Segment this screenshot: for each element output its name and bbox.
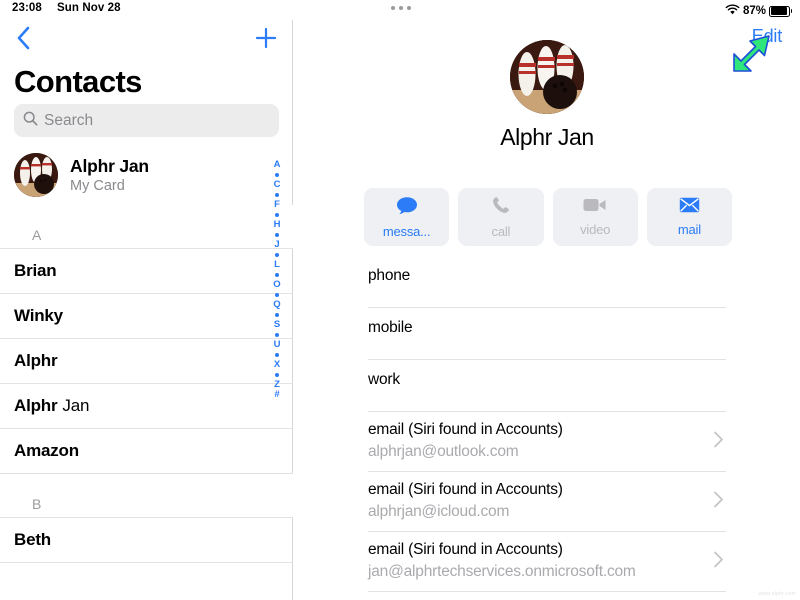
contact-actions: messa... call video mail [364,188,732,246]
ipad-contacts-screen: 23:08 Sun Nov 28 87% Contacts Search Alp… [0,0,800,600]
contacts-sidebar: Contacts Search Alphr Jan My Card A Bria… [0,20,293,600]
search-icon [23,111,38,131]
index-letter[interactable]: J [274,240,279,250]
contact-name: Alphr Jan [500,124,594,150]
my-card-subtitle: My Card [70,178,125,194]
field-email-icloud[interactable]: email (Siri found in Accounts) alphrjan@… [368,472,726,532]
video-camera-icon [583,197,607,218]
status-date: Sun Nov 28 [57,2,121,14]
status-right-cluster: 87% [725,2,792,20]
contact-last-name: Alphr [14,396,58,415]
wifi-icon [725,2,740,20]
list-item[interactable]: Amazon [0,429,293,474]
field-work[interactable]: work [368,360,726,412]
list-item[interactable]: Alphr Jan [0,384,293,429]
mail-button[interactable]: mail [646,188,732,246]
sidebar-nav-row [0,20,292,60]
field-label: work [368,371,400,388]
field-value: alphrjan@outlook.com [368,443,519,460]
video-button[interactable]: video [552,188,638,246]
contacts-list: A Brian Winky Alphr Alphr Jan Amazon B B… [0,205,293,563]
chevron-right-icon [713,550,724,573]
index-letter[interactable]: O [273,280,280,290]
my-card-text: Alphr Jan My Card [70,156,149,194]
index-letter[interactable]: Q [273,300,280,310]
contact-last-name: Brian [14,261,57,280]
battery-percent: 87% [742,5,766,17]
field-value: alphrjan@icloud.com [368,503,510,520]
mail-label: mail [677,222,701,237]
message-label: messa... [382,223,431,239]
watermark: www.alphr.com [758,591,796,597]
index-letter[interactable]: C [274,180,281,190]
battery-full-icon [769,5,792,17]
list-item[interactable]: Brian [0,249,293,294]
contact-last-name: Amazon [14,441,79,460]
index-letter[interactable]: H [274,220,281,230]
chevron-left-icon[interactable] [10,25,36,51]
list-item[interactable]: Alphr [0,339,293,384]
list-item[interactable]: Beth [0,518,293,563]
contact-first-name: Jan [62,396,90,415]
index-letter[interactable]: L [274,260,280,270]
avatar[interactable] [510,40,584,114]
alphabet-index[interactable]: A C F H J L O Q S U X Z # [268,160,286,400]
chevron-right-icon [713,490,724,513]
status-time: 23:08 [12,2,42,14]
contact-fields: phone mobile work email (Siri found in A… [294,256,800,592]
index-letter[interactable]: A [274,160,281,170]
contact-last-name: Winky [14,306,63,325]
index-hash[interactable]: # [274,390,279,400]
section-header: B [0,474,293,518]
status-bar: 23:08 Sun Nov 28 87% [0,0,800,20]
list-item[interactable]: Winky [0,294,293,339]
avatar [14,153,58,197]
field-label: email (Siri found in Accounts) [368,481,563,498]
field-label: phone [368,267,411,284]
page-title: Contacts [14,64,142,99]
index-letter[interactable]: F [274,200,280,210]
message-button[interactable]: messa... [364,188,450,246]
index-letter[interactable]: U [274,340,281,350]
field-mobile[interactable]: mobile [368,308,726,360]
search-input[interactable]: Search [14,104,279,137]
field-label: mobile [368,319,413,336]
my-card-row[interactable]: Alphr Jan My Card [0,147,293,203]
field-email-microsoft[interactable]: email (Siri found in Accounts) jan@alphr… [368,532,726,592]
field-label: email (Siri found in Accounts) [368,541,563,558]
phone-icon [491,195,511,220]
call-button[interactable]: call [458,188,544,246]
chevron-right-icon [713,430,724,453]
index-letter[interactable]: S [274,320,280,330]
section-header: A [0,205,293,249]
contact-last-name: Alphr [14,351,58,370]
field-value: jan@alphrtechservices.onmicrosoft.com [368,563,636,580]
plus-icon[interactable] [252,24,280,52]
contact-detail-pane: Edit Alphr Jan messa... call video mail … [294,20,800,600]
field-email-outlook[interactable]: email (Siri found in Accounts) alphrjan@… [368,412,726,472]
contact-last-name: Beth [14,530,51,549]
multitask-dots-icon[interactable] [391,6,411,10]
field-label: email (Siri found in Accounts) [368,421,563,438]
contact-detail-header: Alphr Jan [294,40,800,151]
my-card-name: Alphr Jan [70,156,149,176]
message-bubble-icon [396,196,418,220]
index-letter[interactable]: X [274,360,280,370]
search-placeholder: Search [44,111,94,129]
call-label: call [491,224,511,239]
field-phone[interactable]: phone [368,256,726,308]
envelope-icon [679,197,700,218]
video-label: video [580,222,611,237]
